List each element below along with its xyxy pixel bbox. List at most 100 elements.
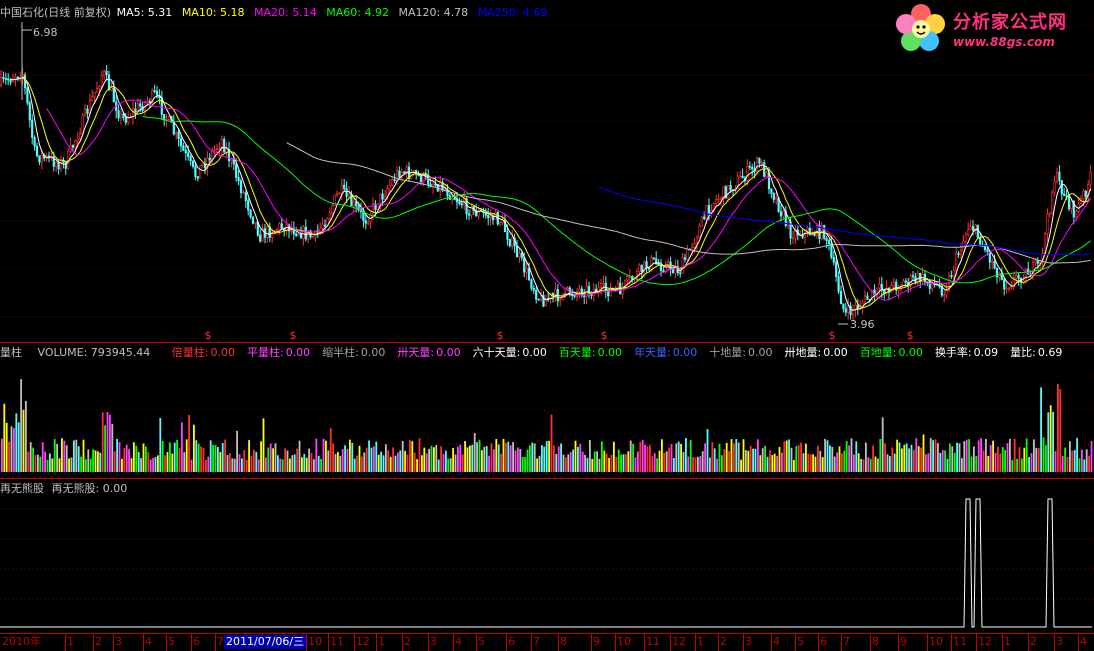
candle-body bbox=[916, 273, 919, 283]
volume-bar bbox=[202, 448, 205, 472]
volume-bar bbox=[137, 451, 140, 472]
candle-body bbox=[914, 276, 917, 283]
candle-body bbox=[827, 240, 831, 245]
volume-bar bbox=[829, 445, 831, 472]
volume-bar bbox=[1025, 438, 1028, 472]
candle-body bbox=[103, 70, 106, 77]
candle-body bbox=[667, 261, 670, 265]
volume-bar bbox=[1090, 440, 1093, 472]
candle-body bbox=[775, 197, 778, 200]
volume-bar bbox=[759, 455, 762, 472]
volume-bar bbox=[356, 455, 358, 472]
volume-bar bbox=[1028, 457, 1030, 472]
volume-bar bbox=[562, 454, 565, 472]
volume-indicator-label: 倍量柱: bbox=[171, 346, 209, 359]
volume-bar bbox=[963, 441, 966, 472]
volume-bar bbox=[615, 456, 618, 472]
candle-body bbox=[275, 229, 279, 232]
tick-separator bbox=[771, 634, 772, 651]
candle-body bbox=[304, 226, 307, 240]
volume-bar bbox=[553, 445, 555, 472]
volume-bar bbox=[80, 456, 82, 472]
volume-bar bbox=[1030, 453, 1033, 472]
volume-bar bbox=[596, 451, 598, 472]
candle-body bbox=[748, 166, 751, 168]
volume-bar bbox=[879, 439, 882, 472]
candle-body bbox=[506, 231, 509, 240]
volume-bar bbox=[147, 452, 150, 472]
volume-bar bbox=[980, 438, 982, 472]
high-price-label: 6.98 bbox=[33, 26, 58, 39]
volume-bar bbox=[447, 458, 450, 472]
volume-bar bbox=[716, 458, 718, 472]
candle-body bbox=[86, 108, 89, 114]
signal-marker: $ bbox=[601, 329, 608, 342]
volume-bar bbox=[497, 444, 500, 472]
candle-body bbox=[700, 216, 703, 227]
volume-bar bbox=[992, 440, 994, 472]
candle-body bbox=[57, 161, 60, 170]
volume-bar bbox=[61, 438, 63, 472]
volume-bar bbox=[591, 458, 594, 472]
volume-bar bbox=[197, 443, 200, 472]
tick-separator bbox=[1002, 634, 1003, 651]
volume-bar bbox=[1069, 441, 1071, 472]
indicator-chart[interactable] bbox=[0, 479, 1094, 631]
ma-line bbox=[142, 115, 1091, 286]
volume-bar bbox=[161, 440, 164, 472]
candle-body bbox=[59, 159, 63, 170]
volume-bar bbox=[730, 439, 733, 472]
candle-body bbox=[765, 172, 768, 177]
volume-bar bbox=[22, 409, 25, 472]
volume-bar bbox=[536, 458, 538, 472]
volume-bar bbox=[788, 439, 790, 472]
signal-markers: $ $ $ $ $ $ bbox=[205, 329, 914, 342]
volume-bar bbox=[548, 440, 550, 472]
volume-bar bbox=[603, 450, 606, 472]
volume-bar bbox=[298, 440, 301, 472]
tick-separator bbox=[695, 634, 696, 651]
volume-bar bbox=[15, 413, 18, 472]
candle-body bbox=[715, 198, 718, 204]
volume-bar bbox=[337, 451, 339, 472]
volume-bar bbox=[670, 444, 673, 472]
volume-indicator-label: 百地量: bbox=[859, 346, 897, 359]
volume-chart[interactable] bbox=[0, 342, 1094, 478]
candle-body bbox=[969, 226, 972, 230]
volume-bar bbox=[956, 442, 958, 472]
volume-indicator-label: 六十天量: bbox=[472, 346, 521, 359]
volume-bar bbox=[877, 458, 879, 472]
volume-bar bbox=[375, 441, 378, 472]
volume-bar bbox=[865, 442, 867, 472]
candle-body bbox=[652, 257, 655, 260]
time-axis[interactable]: 2010年 1 2 3 4 5 6 7 10 11 12 1 2 3 4 5 6 7 8 9 10 11 12 1 2 3 4 5 6… bbox=[0, 633, 1094, 651]
month-tick: 10 bbox=[929, 635, 943, 648]
volume-bar bbox=[817, 445, 819, 472]
volume-bar bbox=[639, 441, 642, 472]
candle-body bbox=[148, 100, 151, 103]
candle-body bbox=[35, 145, 39, 157]
volume-bar bbox=[927, 453, 930, 472]
volume-bar bbox=[505, 442, 507, 472]
volume-bar bbox=[1049, 405, 1052, 472]
month-tick: 11 bbox=[953, 635, 967, 648]
volume-bar bbox=[701, 451, 704, 472]
volume-bar bbox=[574, 440, 577, 472]
volume-bar bbox=[735, 439, 738, 472]
volume-bar bbox=[1037, 448, 1040, 472]
volume-bar bbox=[181, 422, 183, 472]
volume-bar bbox=[949, 443, 951, 472]
volume-bar bbox=[584, 454, 586, 472]
volume-bar bbox=[946, 458, 949, 472]
volume-bar bbox=[387, 450, 390, 472]
candle-body bbox=[146, 100, 149, 103]
volume-bar bbox=[1052, 411, 1054, 472]
candle-body bbox=[7, 78, 10, 81]
volume-bar bbox=[747, 450, 750, 472]
volume-bar bbox=[37, 454, 39, 472]
volume-bar bbox=[951, 446, 954, 472]
volume-bar bbox=[1073, 449, 1076, 472]
volume-bar bbox=[529, 445, 531, 472]
candle-body bbox=[295, 233, 298, 236]
volume-bar bbox=[526, 449, 529, 472]
